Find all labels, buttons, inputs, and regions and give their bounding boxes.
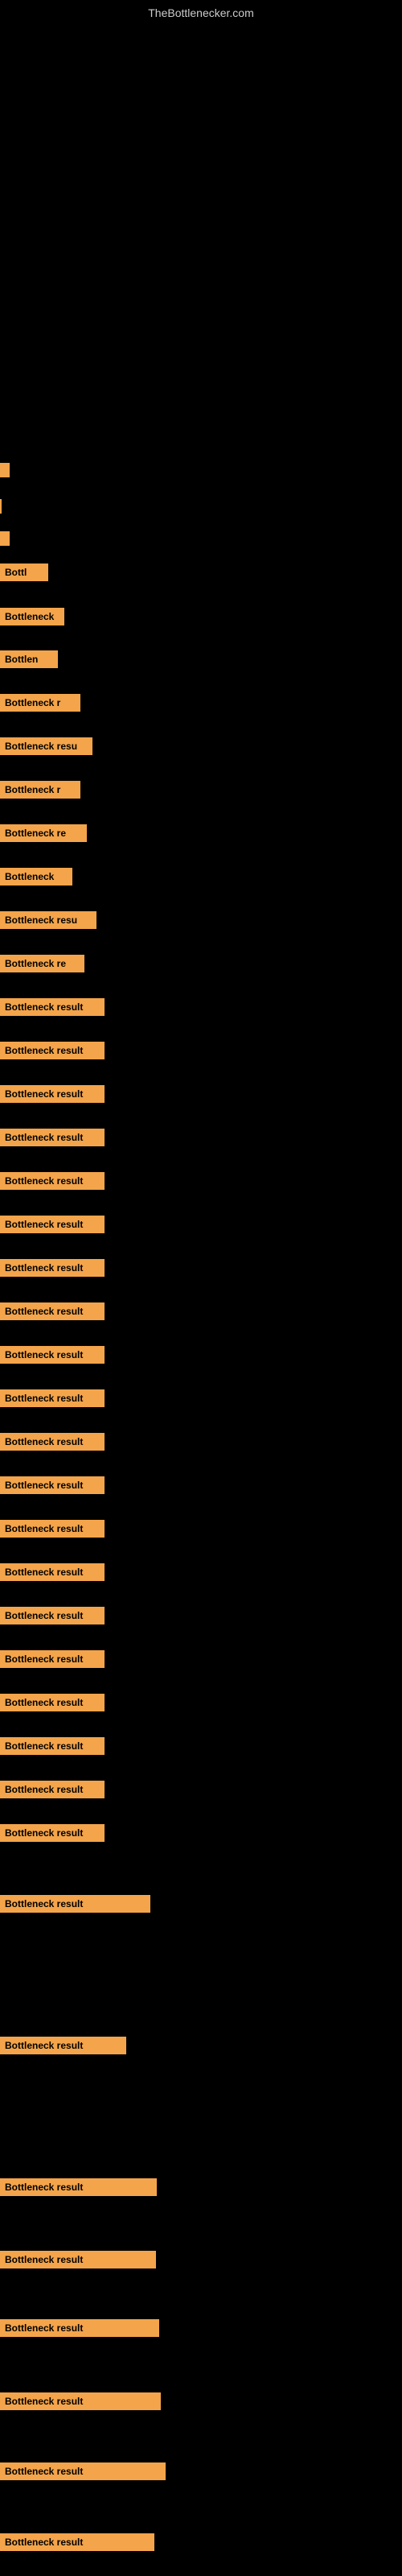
bottleneck-item-14[interactable]: Bottleneck result — [0, 1129, 105, 1146]
bottleneck-item-38[interactable]: Bottleneck result — [0, 2533, 154, 2551]
indicator-2 — [0, 499, 2, 514]
bottleneck-item-28[interactable]: Bottleneck result — [0, 1737, 105, 1755]
indicator-1 — [0, 463, 10, 477]
bottleneck-item-17[interactable]: Bottleneck result — [0, 1259, 105, 1277]
bottleneck-item-35[interactable]: Bottleneck result — [0, 2319, 159, 2337]
bottleneck-item-30[interactable]: Bottleneck result — [0, 1824, 105, 1842]
bottleneck-item-31[interactable]: Bottleneck result — [0, 1895, 150, 1913]
bottleneck-item-4[interactable]: Bottleneck r — [0, 694, 80, 712]
bottleneck-item-12[interactable]: Bottleneck result — [0, 1042, 105, 1059]
bottleneck-item-15[interactable]: Bottleneck result — [0, 1172, 105, 1190]
bottleneck-item-20[interactable]: Bottleneck result — [0, 1389, 105, 1407]
bottleneck-item-22[interactable]: Bottleneck result — [0, 1476, 105, 1494]
bottleneck-item-7[interactable]: Bottleneck re — [0, 824, 87, 842]
bottleneck-item-2[interactable]: Bottleneck — [0, 608, 64, 625]
bottleneck-item-24[interactable]: Bottleneck result — [0, 1563, 105, 1581]
bottleneck-item-18[interactable]: Bottleneck result — [0, 1302, 105, 1320]
indicator-3 — [0, 531, 10, 546]
bottleneck-item-32[interactable]: Bottleneck result — [0, 2037, 126, 2054]
bottleneck-item-29[interactable]: Bottleneck result — [0, 1781, 105, 1798]
bottleneck-item-23[interactable]: Bottleneck result — [0, 1520, 105, 1538]
bottleneck-item-21[interactable]: Bottleneck result — [0, 1433, 105, 1451]
bottleneck-item-3[interactable]: Bottlen — [0, 650, 58, 668]
bottleneck-item-13[interactable]: Bottleneck result — [0, 1085, 105, 1103]
bottleneck-item-26[interactable]: Bottleneck result — [0, 1650, 105, 1668]
bottleneck-item-27[interactable]: Bottleneck result — [0, 1694, 105, 1711]
bottleneck-item-1[interactable]: Bottl — [0, 564, 48, 581]
bottleneck-item-37[interactable]: Bottleneck result — [0, 2462, 166, 2480]
bottleneck-item-25[interactable]: Bottleneck result — [0, 1607, 105, 1624]
bottleneck-item-11[interactable]: Bottleneck result — [0, 998, 105, 1016]
site-title: TheBottlenecker.com — [148, 6, 254, 19]
bottleneck-item-19[interactable]: Bottleneck result — [0, 1346, 105, 1364]
bottleneck-item-6[interactable]: Bottleneck r — [0, 781, 80, 799]
bottleneck-item-5[interactable]: Bottleneck resu — [0, 737, 92, 755]
bottleneck-item-36[interactable]: Bottleneck result — [0, 2392, 161, 2410]
bottleneck-item-34[interactable]: Bottleneck result — [0, 2251, 156, 2268]
bottleneck-item-33[interactable]: Bottleneck result — [0, 2178, 157, 2196]
bottleneck-item-10[interactable]: Bottleneck re — [0, 955, 84, 972]
bottleneck-item-9[interactable]: Bottleneck resu — [0, 911, 96, 929]
bottleneck-item-8[interactable]: Bottleneck — [0, 868, 72, 886]
bottleneck-item-16[interactable]: Bottleneck result — [0, 1216, 105, 1233]
